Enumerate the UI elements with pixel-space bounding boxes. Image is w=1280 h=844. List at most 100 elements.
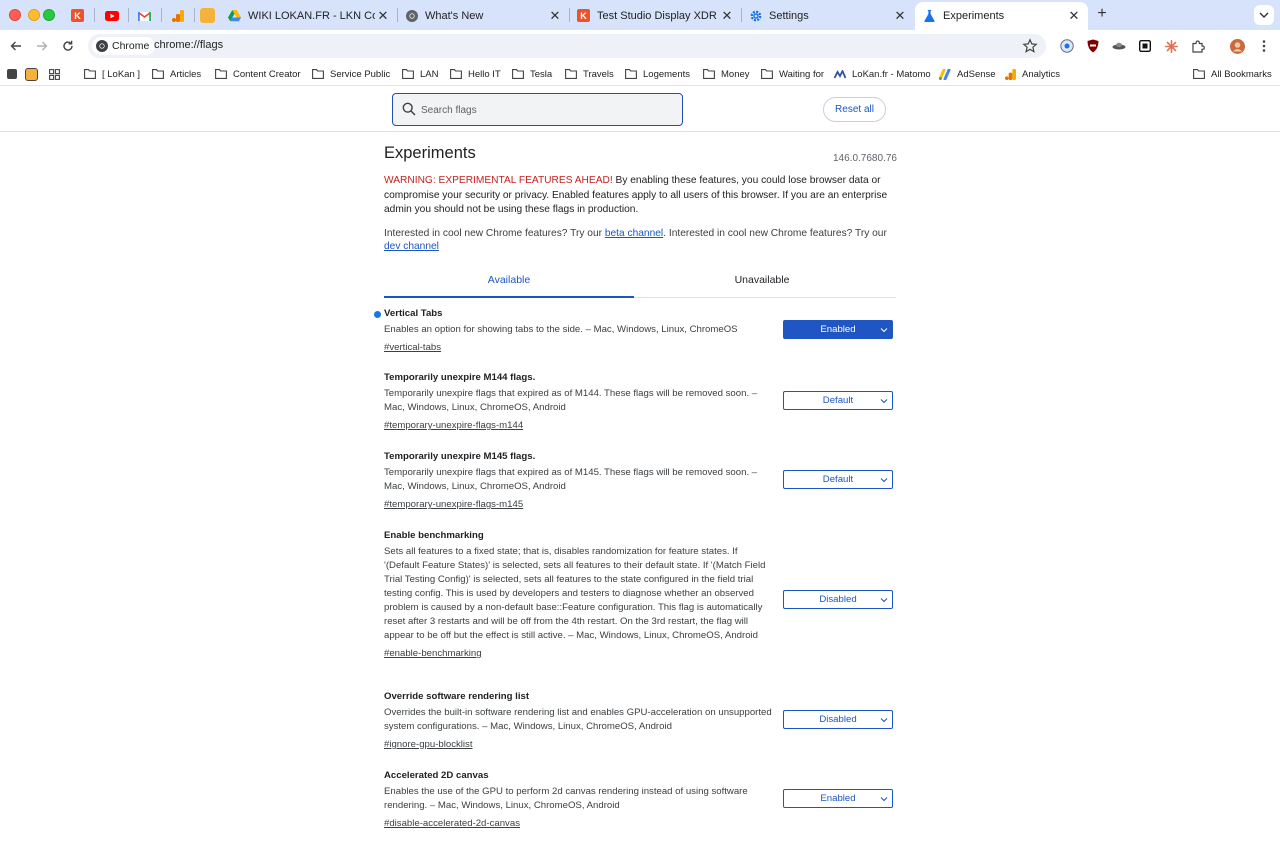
folder-icon <box>450 68 462 80</box>
flag-name: Override software rendering list <box>384 691 530 702</box>
flag-state-select[interactable]: Enabled <box>783 789 893 808</box>
extensions-button[interactable] <box>1190 38 1206 54</box>
flag-permalink[interactable]: #temporary-unexpire-flags-m145 <box>384 498 523 511</box>
more-vert-icon <box>1262 40 1266 52</box>
flag-permalink[interactable]: #ignore-gpu-blocklist <box>384 738 473 751</box>
folder-icon <box>565 68 577 80</box>
select-value: Enabled <box>820 324 856 335</box>
reset-all-button[interactable]: Reset all <box>823 97 886 122</box>
flag-state-select[interactable]: Enabled <box>783 320 893 339</box>
bookmark-folder[interactable]: Hello IT <box>450 66 501 82</box>
tab-experiments[interactable]: Experiments ✕ <box>915 2 1088 30</box>
close-tab-icon[interactable]: ✕ <box>719 8 735 24</box>
bookmark-app-1[interactable] <box>7 66 17 82</box>
bookmark-folder[interactable]: Waiting for <box>761 66 824 82</box>
back-button[interactable] <box>8 38 24 54</box>
k-icon: K <box>71 9 84 22</box>
extension-1password[interactable] <box>1059 38 1075 54</box>
tab-test-studio[interactable]: K Test Studio Display XDR : vau ✕ <box>569 3 741 28</box>
close-tab-icon[interactable]: ✕ <box>375 8 391 24</box>
tab-whats-new[interactable]: What's New ✕ <box>397 3 569 28</box>
beta-channel-link[interactable]: beta channel <box>605 228 663 239</box>
flag-state-select[interactable]: Disabled <box>783 590 893 609</box>
flag-permalink[interactable]: #vertical-tabs <box>384 341 441 354</box>
tab-available[interactable]: Available <box>384 270 634 298</box>
bookmark-folder[interactable]: Money <box>703 66 750 82</box>
browser-toolbar: Chrome chrome://flags <box>0 30 1280 62</box>
extension-spaceship[interactable] <box>1111 38 1127 54</box>
profile-avatar[interactable] <box>1229 38 1245 54</box>
bookmark-label: [ LoKan ] <box>102 68 141 80</box>
apps-grid-button[interactable] <box>49 66 60 82</box>
pinned-tab-k[interactable]: K <box>61 3 94 28</box>
bookmark-folder[interactable]: Service Public <box>312 66 390 82</box>
warning-headline: WARNING: EXPERIMENTAL FEATURES AHEAD! <box>384 175 613 186</box>
flag-state-select[interactable]: Disabled <box>783 710 893 729</box>
flag-permalink[interactable]: #temporary-unexpire-flags-m144 <box>384 419 523 432</box>
bookmark-analytics[interactable]: Analytics <box>1004 66 1060 82</box>
bookmark-adsense[interactable]: AdSense <box>939 66 996 82</box>
flag-state-select[interactable]: Default <box>783 391 893 410</box>
extension-claude[interactable] <box>1163 38 1179 54</box>
window-zoom-button[interactable] <box>43 9 55 21</box>
dev-channel-link[interactable]: dev channel <box>384 241 439 252</box>
window-minimize-button[interactable] <box>28 9 40 21</box>
bookmark-star-icon[interactable] <box>1022 38 1038 54</box>
flask-icon <box>923 10 936 23</box>
reload-button[interactable] <box>60 38 76 54</box>
flag-description: Sets all features to a fixed state; that… <box>384 546 766 641</box>
tab-wiki-lokan[interactable]: WIKI LOKAN.FR - LKN Corp. ✕ <box>220 3 397 28</box>
flag-permalink[interactable]: #disable-accelerated-2d-canvas <box>384 817 520 830</box>
select-value: Default <box>822 474 854 485</box>
bookmark-label: Waiting for <box>779 68 825 80</box>
pinned-tab-youtube[interactable] <box>95 3 128 28</box>
pinned-tab-analytics[interactable] <box>161 3 194 28</box>
promo-middle: . Interested in cool new Chrome features… <box>663 228 887 239</box>
extension-square[interactable] <box>1137 38 1153 54</box>
address-bar[interactable]: Chrome chrome://flags <box>88 34 1046 58</box>
bookmark-folder[interactable]: LAN <box>402 66 438 82</box>
close-tab-icon[interactable]: ✕ <box>892 8 908 24</box>
promo-prefix: Interested in cool new Chrome features? … <box>384 228 605 239</box>
folder-icon <box>152 68 164 80</box>
all-bookmarks-folder[interactable]: All Bookmarks <box>1193 66 1272 82</box>
window-close-button[interactable] <box>9 9 21 21</box>
chrome-icon <box>96 40 108 52</box>
bookmark-matomo[interactable]: LoKan.fr - Matomo <box>834 66 931 82</box>
search-flags-input[interactable] <box>421 102 671 118</box>
url-text[interactable]: chrome://flags <box>154 39 223 51</box>
flag-permalink[interactable]: #enable-benchmarking <box>384 647 482 660</box>
chevron-down-icon <box>880 328 888 333</box>
close-tab-icon[interactable]: ✕ <box>1066 8 1082 24</box>
extension-ublock[interactable] <box>1085 38 1101 54</box>
bookmark-folder[interactable]: Logements <box>625 66 690 82</box>
google-drive-icon <box>228 9 241 22</box>
folder-icon <box>1193 68 1205 80</box>
bookmark-label: Tesla <box>530 68 553 80</box>
tab-search-button[interactable] <box>1254 5 1274 25</box>
tab-settings[interactable]: Settings ✕ <box>741 3 914 28</box>
bookmark-app-2[interactable] <box>25 66 38 82</box>
bookmark-label: All Bookmarks <box>1211 68 1272 80</box>
warning-text: WARNING: EXPERIMENTAL FEATURES AHEAD! By… <box>384 174 894 218</box>
search-box[interactable] <box>392 93 683 126</box>
select-value: Disabled <box>819 594 857 605</box>
flag-entry: Accelerated 2D canvas Enables the use of… <box>384 770 896 831</box>
bookmark-folder[interactable]: Tesla <box>512 66 552 82</box>
bookmark-folder[interactable]: Travels <box>565 66 614 82</box>
close-tab-icon[interactable]: ✕ <box>547 8 563 24</box>
bookmark-folder[interactable]: Content Creator <box>215 66 301 82</box>
tab-unavailable[interactable]: Unavailable <box>637 270 887 298</box>
app-icon <box>7 69 17 79</box>
bookmark-folder[interactable]: Articles <box>152 66 201 82</box>
menu-button[interactable] <box>1256 38 1272 54</box>
square-icon <box>1139 40 1151 52</box>
new-tab-button[interactable]: + <box>1094 6 1110 22</box>
bookmark-folder[interactable]: [ LoKan ] <box>84 66 140 82</box>
reload-icon <box>63 40 73 51</box>
pinned-tab-gmail[interactable] <box>128 3 161 28</box>
site-info-chip[interactable]: Chrome <box>92 37 156 55</box>
forward-button[interactable] <box>34 38 50 54</box>
search-icon <box>402 102 416 116</box>
flag-state-select[interactable]: Default <box>783 470 893 489</box>
